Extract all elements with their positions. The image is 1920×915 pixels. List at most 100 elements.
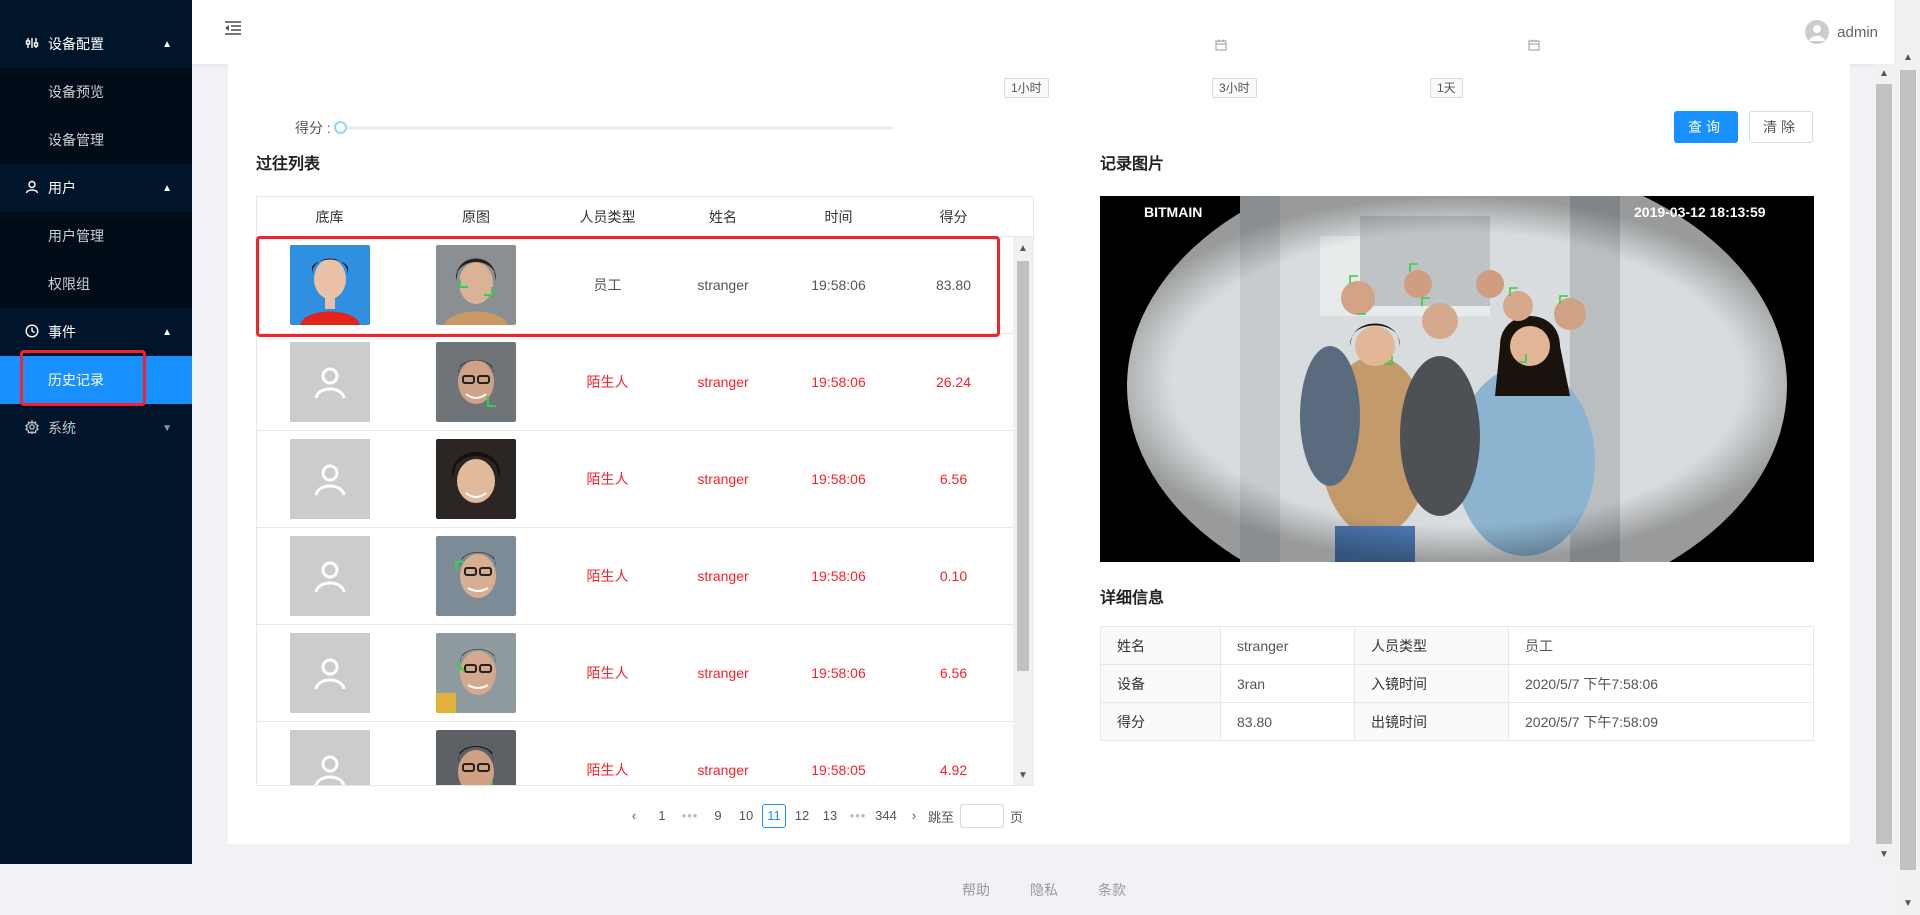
user-placeholder-icon xyxy=(289,536,370,616)
person-type: 陌生人 xyxy=(586,665,629,681)
pass-list-table: 底库 原图 人员类型 姓名 时间 得分 员工 stranger 19:58:06… xyxy=(256,196,1034,786)
person-type: 陌生人 xyxy=(586,374,629,390)
pass-score: 4.92 xyxy=(939,762,968,778)
score-filter-label: 得分 : xyxy=(295,120,331,136)
person-type: 陌生人 xyxy=(586,762,629,778)
pass-time: 19:58:06 xyxy=(811,665,866,681)
page-item-current[interactable]: 11 xyxy=(762,804,786,828)
window-scroll-thumb[interactable] xyxy=(1900,70,1916,870)
score-slider-handle[interactable] xyxy=(334,121,347,134)
detail-info-title: 详细信息 xyxy=(1100,590,1165,607)
quick-range-1d-button[interactable]: 1天 xyxy=(1430,78,1463,98)
clear-button[interactable]: 清除 xyxy=(1749,111,1813,143)
scroll-up-icon[interactable]: ▲ xyxy=(1903,52,1913,63)
next-page-icon[interactable]: › xyxy=(902,804,926,828)
window-scrollbar[interactable]: ▲ ▼ xyxy=(1896,0,1920,915)
jump-page-input[interactable] xyxy=(960,804,1005,828)
page-item[interactable]: 13 xyxy=(818,804,842,828)
library-photo xyxy=(289,245,370,325)
menu-group-label: 设备配置 xyxy=(48,36,104,52)
page-ellipsis[interactable]: ••• xyxy=(846,804,870,828)
sidebar-item-device-preview[interactable]: 设备预览 xyxy=(0,68,192,116)
pass-score: 83.80 xyxy=(935,277,972,293)
pass-score: 0.10 xyxy=(939,568,968,584)
detail-row: 设备 3ran 入镜时间 2020/5/7 下午7:58:06 xyxy=(1100,664,1814,703)
detail-label: 姓名 xyxy=(1100,626,1221,665)
sliders-icon xyxy=(24,36,40,53)
footer-link-terms[interactable]: 条款 xyxy=(1098,880,1126,900)
pass-time: 19:58:06 xyxy=(811,374,866,390)
page-item[interactable]: 10 xyxy=(734,804,758,828)
scroll-down-icon[interactable]: ▼ xyxy=(1879,849,1889,860)
chevron-up-icon: ▲ xyxy=(162,182,172,194)
calendar-icon[interactable] xyxy=(1528,39,1540,54)
page-item[interactable]: 344 xyxy=(874,804,898,828)
table-row[interactable]: 陌生人 stranger 19:58:06 26.24 xyxy=(257,334,1033,431)
page-suffix-label: 页 xyxy=(1010,809,1024,825)
capture-photo xyxy=(436,730,516,785)
pass-time: 19:58:06 xyxy=(811,471,866,487)
menu-group-device-config[interactable]: 设备配置 ▲ xyxy=(0,20,192,68)
scroll-up-icon[interactable]: ▲ xyxy=(1879,68,1889,79)
detail-value: stranger xyxy=(1220,626,1355,665)
menu-group-events[interactable]: 事件 ▲ xyxy=(0,308,192,356)
footer-link-help[interactable]: 帮助 xyxy=(962,880,990,900)
detail-value: 员工 xyxy=(1508,626,1814,665)
page-scrollbar[interactable]: ▲ ▼ xyxy=(1874,64,1894,864)
user-icon xyxy=(24,180,40,197)
quick-range-3h-button[interactable]: 3小时 xyxy=(1212,78,1257,98)
table-header: 底库 原图 人员类型 姓名 时间 得分 xyxy=(257,197,1033,237)
page-item[interactable]: 9 xyxy=(706,804,730,828)
sidebar-item-device-management[interactable]: 设备管理 xyxy=(0,116,192,164)
sidebar: 设备配置 ▲ 设备预览 设备管理 用户 ▲ 用户管理 权限组 事件 ▲ 历史记录… xyxy=(0,0,192,864)
quick-range-1h-button[interactable]: 1小时 xyxy=(1004,78,1049,98)
camera-timestamp-text: 2019-03-12 18:13:59 xyxy=(1634,204,1766,220)
sidebar-top-stub xyxy=(0,0,192,20)
menu-group-label: 系统 xyxy=(48,420,76,436)
user-menu[interactable]: admin xyxy=(1805,20,1878,44)
table-row[interactable]: 陌生人 stranger 19:58:05 4.92 xyxy=(257,722,1033,785)
avatar xyxy=(1805,20,1830,44)
person-type: 陌生人 xyxy=(586,568,629,584)
pass-score: 26.24 xyxy=(935,374,972,390)
query-button[interactable]: 查询 xyxy=(1674,111,1738,143)
table-row[interactable]: 陌生人 stranger 19:58:06 0.10 xyxy=(257,528,1033,625)
person-type: 陌生人 xyxy=(586,471,629,487)
capture-photo xyxy=(436,245,516,325)
detail-value: 2020/5/7 下午7:58:09 xyxy=(1508,702,1814,741)
score-slider-track[interactable] xyxy=(336,126,892,130)
menu-group-user[interactable]: 用户 ▲ xyxy=(0,164,192,212)
footer-link-privacy[interactable]: 隐私 xyxy=(1030,880,1058,900)
menu-fold-icon[interactable] xyxy=(224,20,242,40)
column-header: 时间 xyxy=(824,208,853,225)
scroll-down-icon[interactable]: ▼ xyxy=(1018,770,1028,781)
sidebar-item-history[interactable]: 历史记录 xyxy=(0,350,192,406)
table-scrollbar[interactable]: ▲ ▼ xyxy=(1013,237,1033,785)
table-row[interactable]: 陌生人 stranger 19:58:06 6.56 xyxy=(257,625,1033,722)
calendar-icon[interactable] xyxy=(1215,39,1227,54)
page-item[interactable]: 12 xyxy=(790,804,814,828)
table-row[interactable]: 员工 stranger 19:58:06 83.80 xyxy=(257,237,1033,334)
footer: 帮助 隐私 条款 xyxy=(0,864,1896,915)
pass-score: 6.56 xyxy=(939,471,968,487)
detail-label: 出镜时间 xyxy=(1354,702,1509,741)
table-scroll-thumb[interactable] xyxy=(1017,261,1029,671)
capture-photo xyxy=(436,439,516,519)
page-scroll-thumb[interactable] xyxy=(1876,84,1892,844)
scroll-up-icon[interactable]: ▲ xyxy=(1018,243,1028,254)
sidebar-item-permission-group[interactable]: 权限组 xyxy=(0,260,192,308)
pass-time: 19:58:05 xyxy=(811,762,866,778)
table-row[interactable]: 陌生人 stranger 19:58:06 6.56 xyxy=(257,431,1033,528)
clock-icon xyxy=(24,323,40,341)
scroll-down-icon[interactable]: ▼ xyxy=(1903,898,1913,909)
highlight-outline xyxy=(20,350,146,406)
sidebar-item-user-management[interactable]: 用户管理 xyxy=(0,212,192,260)
menu-group-system[interactable]: 系统 ▼ xyxy=(0,404,192,452)
top-header: admin xyxy=(192,0,1894,64)
chevron-up-icon: ▲ xyxy=(162,326,172,338)
username: admin xyxy=(1837,23,1878,41)
page-ellipsis[interactable]: ••• xyxy=(678,804,702,828)
prev-page-icon[interactable]: ‹ xyxy=(622,804,646,828)
gear-icon xyxy=(24,419,40,437)
page-item[interactable]: 1 xyxy=(650,804,674,828)
